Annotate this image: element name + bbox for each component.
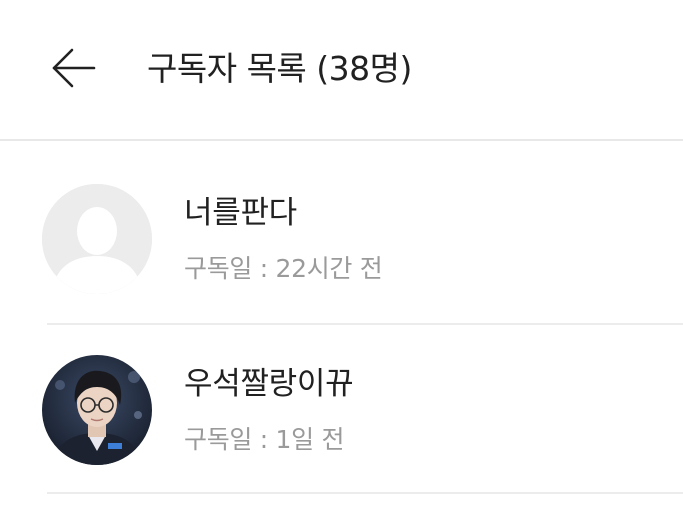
subscriber-item[interactable]: 우석짤랑이뀨 구독일 : 1일 전 [0,325,683,495]
list-divider [47,492,683,494]
subscriber-list: 너를판다 구독일 : 22시간 전 우석짤랑이뀨 구독일: 1일 전 [0,141,683,513]
page-title: 구독자 목록 (38명) [147,49,412,88]
avatar [42,184,152,294]
subscriber-list-screen: 구독자 목록 (38명) 너를판다 구독일 : 22시간 전 우석짤랑이뀨 구독… [0,0,683,513]
subscriber-name: 너를판다 [184,195,297,231]
subscribed-date: 구독일 : 22시간 전 [184,254,383,283]
profile-photo [42,355,152,465]
default-user-silhouette-icon [42,184,152,294]
avatar [42,355,152,465]
subscriber-name: 우석짤랑이뀨 [184,366,354,402]
app-bar: 구독자 목록 (38명) [0,0,683,140]
back-button[interactable] [40,38,104,98]
subscriber-item[interactable]: 너를판다 구독일 : 22시간 전 [0,141,683,311]
arrow-left-icon [52,48,96,88]
subscribed-date: 구독일 : 1일 전 [184,425,345,454]
